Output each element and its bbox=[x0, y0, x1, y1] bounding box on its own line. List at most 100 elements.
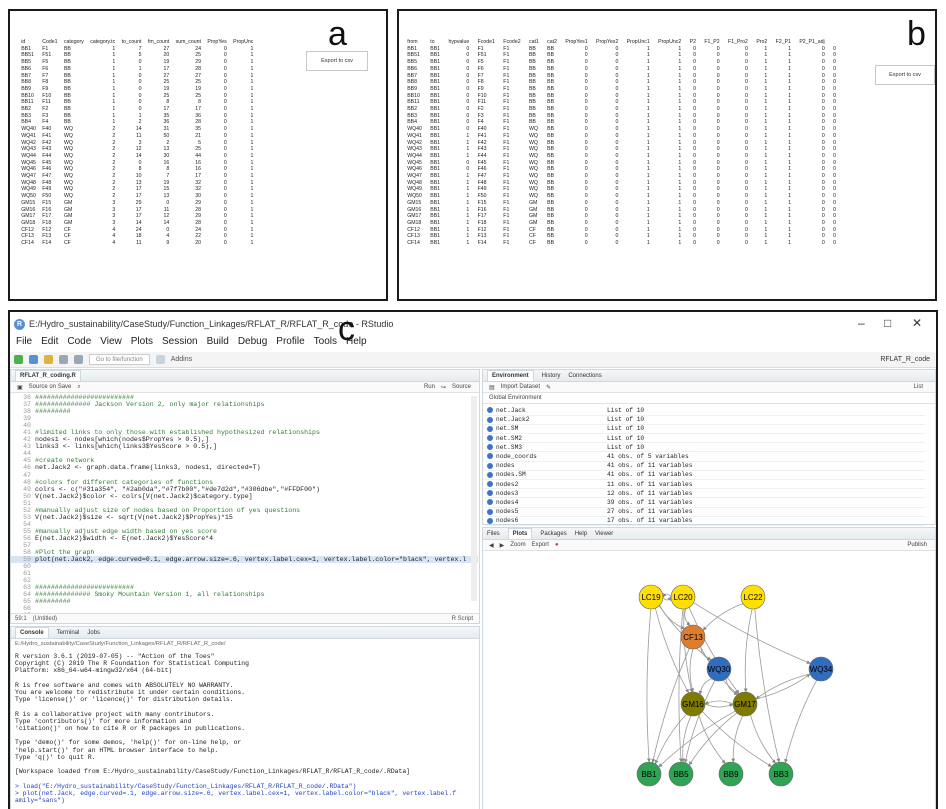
tab-history[interactable]: History bbox=[542, 373, 561, 379]
code-line[interactable]: 46 net.Jack2 <- graph.data.frame(links3, … bbox=[11, 464, 478, 471]
remove-plot-icon[interactable]: ● bbox=[555, 542, 559, 548]
environment-row[interactable]: nodes 41 obs. of 11 variables bbox=[485, 461, 925, 471]
search-icon[interactable]: ⌕ bbox=[77, 384, 80, 391]
environment-row[interactable]: nodes.SM 41 obs. of 11 variables bbox=[485, 470, 925, 481]
code-line[interactable]: 41 #limited links to only those with esta… bbox=[11, 429, 478, 436]
environment-row[interactable]: nodes5 27 obs. of 11 variables bbox=[485, 507, 925, 517]
code-line[interactable]: 47 bbox=[11, 472, 478, 479]
forward-arrow-icon[interactable]: ▶ bbox=[500, 542, 505, 549]
tab-connections[interactable]: Connections bbox=[568, 373, 601, 379]
code-line[interactable]: 59 plot(net.Jack2, edge.curved=0.1, edge.… bbox=[11, 556, 478, 564]
environment-row[interactable]: nodes4 39 obs. of 11 variables bbox=[485, 497, 925, 508]
code-line[interactable]: 63 ######################### bbox=[11, 584, 478, 591]
code-line[interactable]: 64 ############## Smoky Mountain Version … bbox=[11, 591, 478, 598]
code-line[interactable]: 58 #Plot the graph bbox=[11, 549, 478, 556]
broom-icon[interactable]: ✎ bbox=[546, 384, 551, 391]
environment-row[interactable]: nodes3 12 obs. of 11 variables bbox=[485, 488, 925, 499]
export-button[interactable]: Export bbox=[532, 542, 549, 548]
save-icon[interactable] bbox=[59, 355, 68, 364]
grid-icon[interactable] bbox=[155, 355, 165, 364]
menu-build[interactable]: Build bbox=[207, 336, 229, 352]
run-button[interactable]: Run bbox=[424, 384, 435, 390]
code-line[interactable]: 45 #create network bbox=[11, 457, 478, 464]
tab-packages[interactable]: Packages bbox=[540, 531, 566, 537]
tab-jobs[interactable]: Jobs bbox=[87, 630, 100, 636]
print-icon[interactable] bbox=[74, 355, 83, 364]
publish-button[interactable]: Publish bbox=[907, 542, 927, 548]
code-line[interactable]: 56 E(net.Jack2)$width <- E(net.Jack2)$Yes… bbox=[11, 535, 478, 542]
menu-tools[interactable]: Tools bbox=[314, 336, 337, 352]
environment-row[interactable]: nodes2 11 obs. of 11 variables bbox=[485, 479, 925, 490]
code-line[interactable]: 39 bbox=[11, 415, 478, 422]
code-line[interactable]: 57 bbox=[11, 542, 478, 549]
go-to-file-input[interactable]: Go to file/function bbox=[89, 354, 150, 365]
import-dataset-button[interactable]: Import Dataset bbox=[501, 384, 540, 390]
menu-help[interactable]: Help bbox=[346, 336, 367, 352]
back-arrow-icon[interactable]: ◀ bbox=[489, 542, 494, 549]
list-view-button[interactable]: List bbox=[914, 384, 923, 390]
tab-plots[interactable]: Plots bbox=[507, 528, 533, 539]
code-line[interactable]: 43 links3 <- links[which(links3$YesScore … bbox=[11, 443, 478, 450]
tab-terminal[interactable]: Terminal bbox=[57, 630, 80, 636]
code-line[interactable]: 66 bbox=[11, 605, 478, 612]
code-editor[interactable]: 36 ######################### 37 ###########… bbox=[11, 394, 478, 620]
tab-files[interactable]: Files bbox=[487, 531, 500, 537]
code-line[interactable]: 60 bbox=[11, 563, 478, 570]
code-line[interactable]: 62 bbox=[11, 577, 478, 584]
zoom-button[interactable]: Zoom bbox=[510, 542, 525, 548]
code-line[interactable]: 50 V(net.Jack2)$color <- colrs[V(net.Jack… bbox=[11, 493, 478, 500]
code-line[interactable]: 55 #manually adjust edge width based on y… bbox=[11, 528, 478, 535]
code-line[interactable]: 36 ######################### bbox=[11, 394, 478, 401]
environment-row[interactable]: net.Jack List of 10 bbox=[485, 406, 925, 416]
menu-profile[interactable]: Profile bbox=[276, 336, 304, 352]
code-line[interactable]: 40 bbox=[11, 422, 478, 429]
maximize-icon[interactable]: □ bbox=[884, 316, 891, 330]
menu-view[interactable]: View bbox=[100, 336, 122, 352]
close-icon[interactable]: ✕ bbox=[912, 316, 922, 330]
code-line[interactable]: 37 ############## Jackson Version 2, only… bbox=[11, 401, 478, 408]
code-line[interactable]: 61 bbox=[11, 570, 478, 577]
new-project-icon[interactable] bbox=[29, 355, 38, 364]
code-line[interactable]: 51 bbox=[11, 500, 478, 507]
tab-console[interactable]: Console bbox=[15, 627, 49, 638]
code-line[interactable]: 65 ######### bbox=[11, 598, 478, 605]
menu-file[interactable]: File bbox=[16, 336, 32, 352]
export-csv-button-a[interactable]: Export to csv bbox=[306, 51, 368, 71]
code-line[interactable]: 54 bbox=[11, 521, 478, 528]
console-output[interactable]: R version 3.6.1 (2019-07-05) -- "Action … bbox=[15, 653, 456, 804]
environment-row[interactable]: net.SM2 List of 10 bbox=[485, 433, 925, 444]
code-line[interactable]: 44 bbox=[11, 450, 478, 457]
editor-scrollbar[interactable] bbox=[471, 396, 477, 601]
addins-button[interactable]: Addins bbox=[171, 356, 192, 363]
environment-row[interactable]: net.Jack2 List of 10 bbox=[485, 415, 925, 425]
new-file-icon[interactable] bbox=[14, 355, 23, 364]
code-line[interactable]: 49 colrs <- c("#31a354", "#2ab0da","#7f7b… bbox=[11, 486, 478, 493]
menu-session[interactable]: Session bbox=[162, 336, 198, 352]
code-line[interactable]: 38 ######### bbox=[11, 408, 478, 415]
tab-help[interactable]: Help bbox=[575, 531, 587, 537]
code-line[interactable]: 53 V(net.Jack2)$size <- sqrt(V(net.Jack2)… bbox=[11, 514, 478, 521]
environment-row[interactable]: nodes6 17 obs. of 11 variables bbox=[485, 516, 925, 526]
tab-viewer[interactable]: Viewer bbox=[595, 531, 613, 537]
project-selector[interactable]: RFLAT_R_code bbox=[880, 356, 930, 363]
menu-plots[interactable]: Plots bbox=[131, 336, 153, 352]
scope-indicator[interactable]: (Untitled) bbox=[33, 616, 57, 622]
environment-row[interactable]: net.SM3 List of 10 bbox=[485, 442, 925, 453]
code-line[interactable]: 42 nodes1 <- nodes[which(nodes$PropYes > … bbox=[11, 436, 478, 443]
environment-row[interactable]: node_coords 41 obs. of 5 variables bbox=[485, 451, 925, 462]
environment-row[interactable]: net.SM List of 10 bbox=[485, 424, 925, 435]
file-type-indicator[interactable]: R Script bbox=[452, 616, 473, 622]
menu-code[interactable]: Code bbox=[67, 336, 91, 352]
global-environment-dropdown[interactable]: Global Environment bbox=[489, 395, 542, 401]
menu-debug[interactable]: Debug bbox=[238, 336, 267, 352]
code-line[interactable]: 48 #colors for different categories of fu… bbox=[11, 479, 478, 486]
menu-edit[interactable]: Edit bbox=[41, 336, 58, 352]
open-file-icon[interactable] bbox=[44, 355, 53, 364]
code-line[interactable]: 52 #manually adjust size of nodes based o… bbox=[11, 507, 478, 514]
tab-environment[interactable]: Environment bbox=[487, 370, 534, 381]
open-workspace-icon[interactable]: ▤ bbox=[489, 384, 495, 391]
source-on-save-checkbox[interactable]: Source on Save bbox=[29, 384, 72, 390]
export-csv-button-b[interactable]: Export to csv bbox=[875, 65, 935, 85]
source-button[interactable]: Source bbox=[452, 384, 471, 390]
tab-rflat-r-coding[interactable]: RFLAT_R_coding.R bbox=[15, 370, 81, 381]
